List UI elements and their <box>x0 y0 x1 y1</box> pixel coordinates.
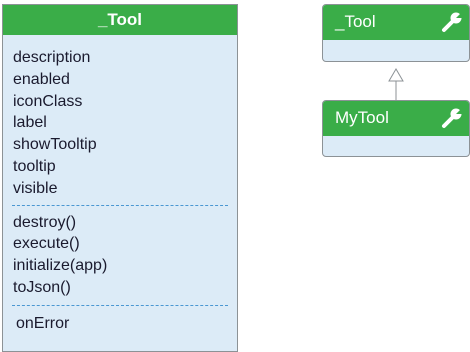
child-class-box: MyTool <box>322 100 470 157</box>
child-class-title: MyTool <box>335 108 389 127</box>
inheritance-arrowhead <box>388 68 404 82</box>
wrench-icon <box>442 107 463 128</box>
child-class-header: MyTool <box>323 101 469 136</box>
inheritance-connector <box>388 68 404 100</box>
